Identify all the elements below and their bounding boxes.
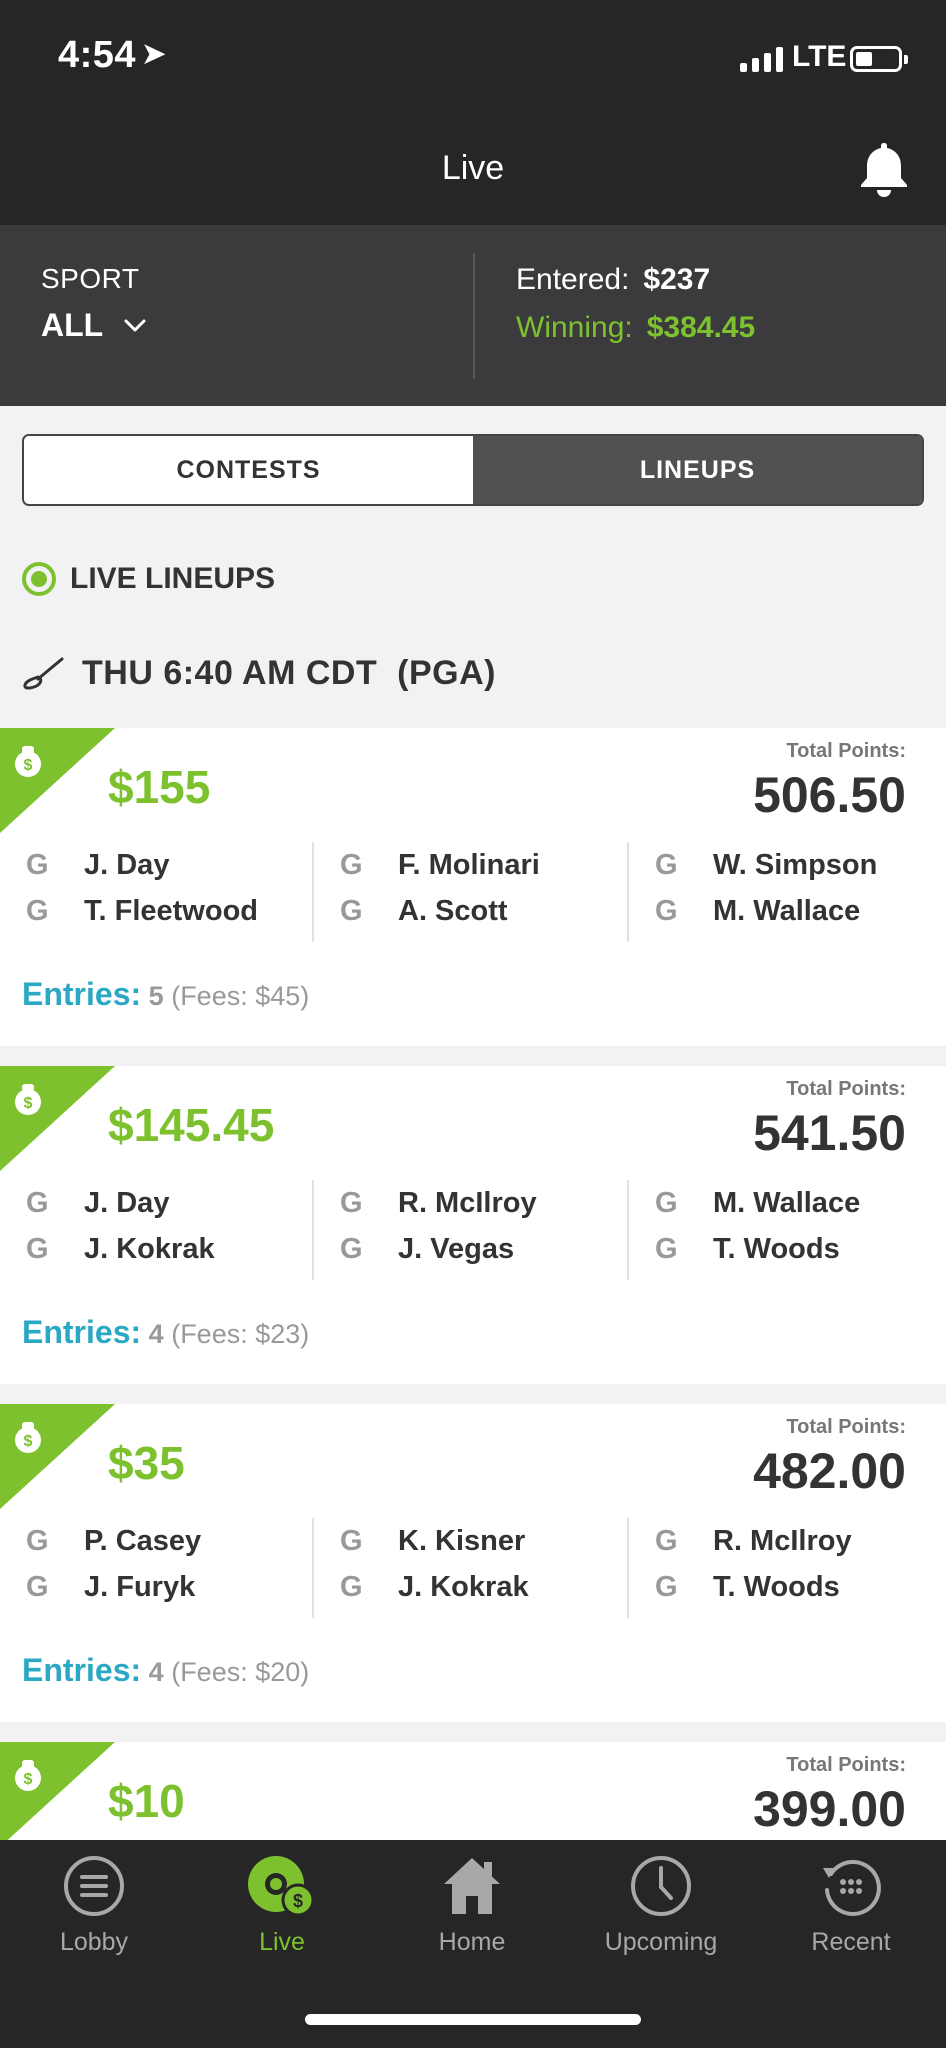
svg-text:$: $ <box>24 1771 33 1788</box>
player-row: G J. Kokrak <box>26 1232 215 1265</box>
player-grid: G J. Day G J. Kokrak G R. McIlroy G J. Vegas… <box>0 1180 946 1280</box>
player-row: G P. Casey <box>26 1524 202 1557</box>
total-points-label: Total Points: <box>786 1416 906 1438</box>
prize-amount: $10 <box>108 1775 185 1827</box>
entries-info: Entries: 4 (Fees: $23) <box>22 1314 310 1350</box>
svg-text:$: $ <box>293 1891 303 1911</box>
status-time: 4:54 ➤ <box>58 34 167 76</box>
player-grid: G P. Casey G J. Furyk G K. Kisner G J. Kokra… <box>0 1518 946 1618</box>
status-bar: 4:54 ➤ LTE <box>0 0 946 115</box>
entered-value: $237 <box>643 263 711 296</box>
tab-upcoming[interactable]: Upcoming <box>586 1854 736 1957</box>
player-row: G T. Fleetwood <box>26 894 258 927</box>
svg-text:$: $ <box>24 1095 33 1112</box>
money-bag-icon: $ <box>0 1066 115 1171</box>
entered-row: Entered: $237 <box>516 263 711 296</box>
event-header: THU 6:40 AM CDT (PGA) <box>22 654 496 693</box>
lineup-card[interactable]: $ $155 Total Points: 506.50 G J. Day G T. … <box>0 728 946 1046</box>
tab-live[interactable]: $ Live <box>207 1854 357 1957</box>
tab-home-label: Home <box>438 1928 506 1956</box>
player-row: G J. Furyk <box>26 1570 196 1603</box>
screen: { "status_bar": { "time": "4:54", "netwo… <box>0 0 946 2048</box>
chevron-down-icon <box>124 319 146 331</box>
player-row: G T. Woods <box>655 1232 840 1265</box>
lineup-card[interactable]: $ $145.45 Total Points: 541.50 G J. Day G… <box>0 1066 946 1384</box>
segmented-control: CONTESTS LINEUPS <box>22 434 924 506</box>
lineup-card[interactable]: $ $35 Total Points: 482.00 G P. Casey G J.… <box>0 1404 946 1722</box>
total-points-label: Total Points: <box>786 1078 906 1100</box>
tab-lobby-label: Lobby <box>59 1928 129 1956</box>
player-row: G M. Wallace <box>655 1186 861 1219</box>
tab-recent-label: Recent <box>811 1928 891 1956</box>
home-icon <box>444 1858 500 1914</box>
player-row: G T. Woods <box>655 1570 840 1603</box>
total-points-label: Total Points: <box>786 1754 906 1776</box>
money-bag-icon: $ <box>0 1742 115 1847</box>
lineup-card[interactable]: $ $10 Total Points: 399.00 <box>0 1742 946 1847</box>
live-money-icon: $ <box>248 1856 315 1917</box>
page-title: Live <box>441 149 505 187</box>
nav-bar: Live <box>0 115 946 225</box>
svg-text:$: $ <box>24 1433 33 1450</box>
total-points-value: 541.50 <box>753 1105 906 1161</box>
player-row: G R. McIlroy <box>340 1186 537 1219</box>
money-bag-icon: $ <box>0 1404 115 1509</box>
player-row: G M. Wallace <box>655 894 861 927</box>
entries-info: Entries: 4 (Fees: $20) <box>22 1652 310 1688</box>
player-row: G J. Vegas <box>340 1232 515 1265</box>
clock-icon <box>631 1856 691 1916</box>
svg-text:$: $ <box>24 757 33 774</box>
tab-home[interactable]: Home <box>397 1854 547 1957</box>
tab-lineups[interactable]: LINEUPS <box>473 436 922 504</box>
summary-panel: SPORT ALL Entered: $237 Winning: $384.45 <box>0 225 946 406</box>
battery-icon <box>850 46 908 72</box>
tab-lobby[interactable]: Lobby <box>19 1854 169 1957</box>
live-lineups-header: LIVE LINEUPS <box>22 562 275 596</box>
history-icon <box>823 1859 881 1916</box>
tab-recent[interactable]: Recent <box>776 1854 926 1957</box>
sport-value: ALL <box>41 307 104 343</box>
player-row: G K. Kisner <box>340 1524 526 1557</box>
player-grid: G J. Day G T. Fleetwood G F. Molinari G A. S… <box>0 842 946 942</box>
live-indicator-icon <box>22 562 56 596</box>
tab-contests[interactable]: CONTESTS <box>24 436 473 504</box>
winning-row: Winning: $384.45 <box>516 311 756 344</box>
total-points-value: 506.50 <box>753 767 906 823</box>
location-arrow-icon: ➤ <box>142 38 167 69</box>
player-row: G J. Day <box>26 1186 170 1219</box>
prize-amount: $145.45 <box>108 1099 275 1151</box>
player-row: G R. McIlroy <box>655 1524 852 1557</box>
prize-amount: $155 <box>108 761 211 813</box>
player-row: G J. Kokrak <box>340 1570 529 1603</box>
entries-info: Entries: 5 (Fees: $45) <box>22 976 310 1012</box>
player-row: G A. Scott <box>340 894 508 927</box>
total-points-value: 399.00 <box>753 1781 906 1837</box>
tab-live-label: Live <box>259 1928 305 1956</box>
prize-amount: $35 <box>108 1437 185 1489</box>
money-bag-icon: $ <box>0 728 115 833</box>
player-row: G F. Molinari <box>340 848 540 881</box>
tab-upcoming-label: Upcoming <box>604 1928 718 1956</box>
summary-divider <box>473 253 475 379</box>
player-row: G W. Simpson <box>655 848 878 881</box>
home-indicator[interactable] <box>305 2014 641 2025</box>
sport-selector[interactable]: ALL <box>41 307 147 344</box>
total-points-label: Total Points: <box>786 740 906 762</box>
sport-label: SPORT <box>41 263 140 294</box>
signal-strength-icon <box>740 46 783 72</box>
winning-value: $384.45 <box>646 311 756 344</box>
golf-club-icon <box>23 657 64 690</box>
network-type: LTE <box>792 40 847 73</box>
player-row: G J. Day <box>26 848 170 881</box>
bell-icon[interactable] <box>856 139 912 199</box>
menu-circle-icon <box>64 1856 124 1916</box>
total-points-value: 482.00 <box>753 1443 906 1499</box>
